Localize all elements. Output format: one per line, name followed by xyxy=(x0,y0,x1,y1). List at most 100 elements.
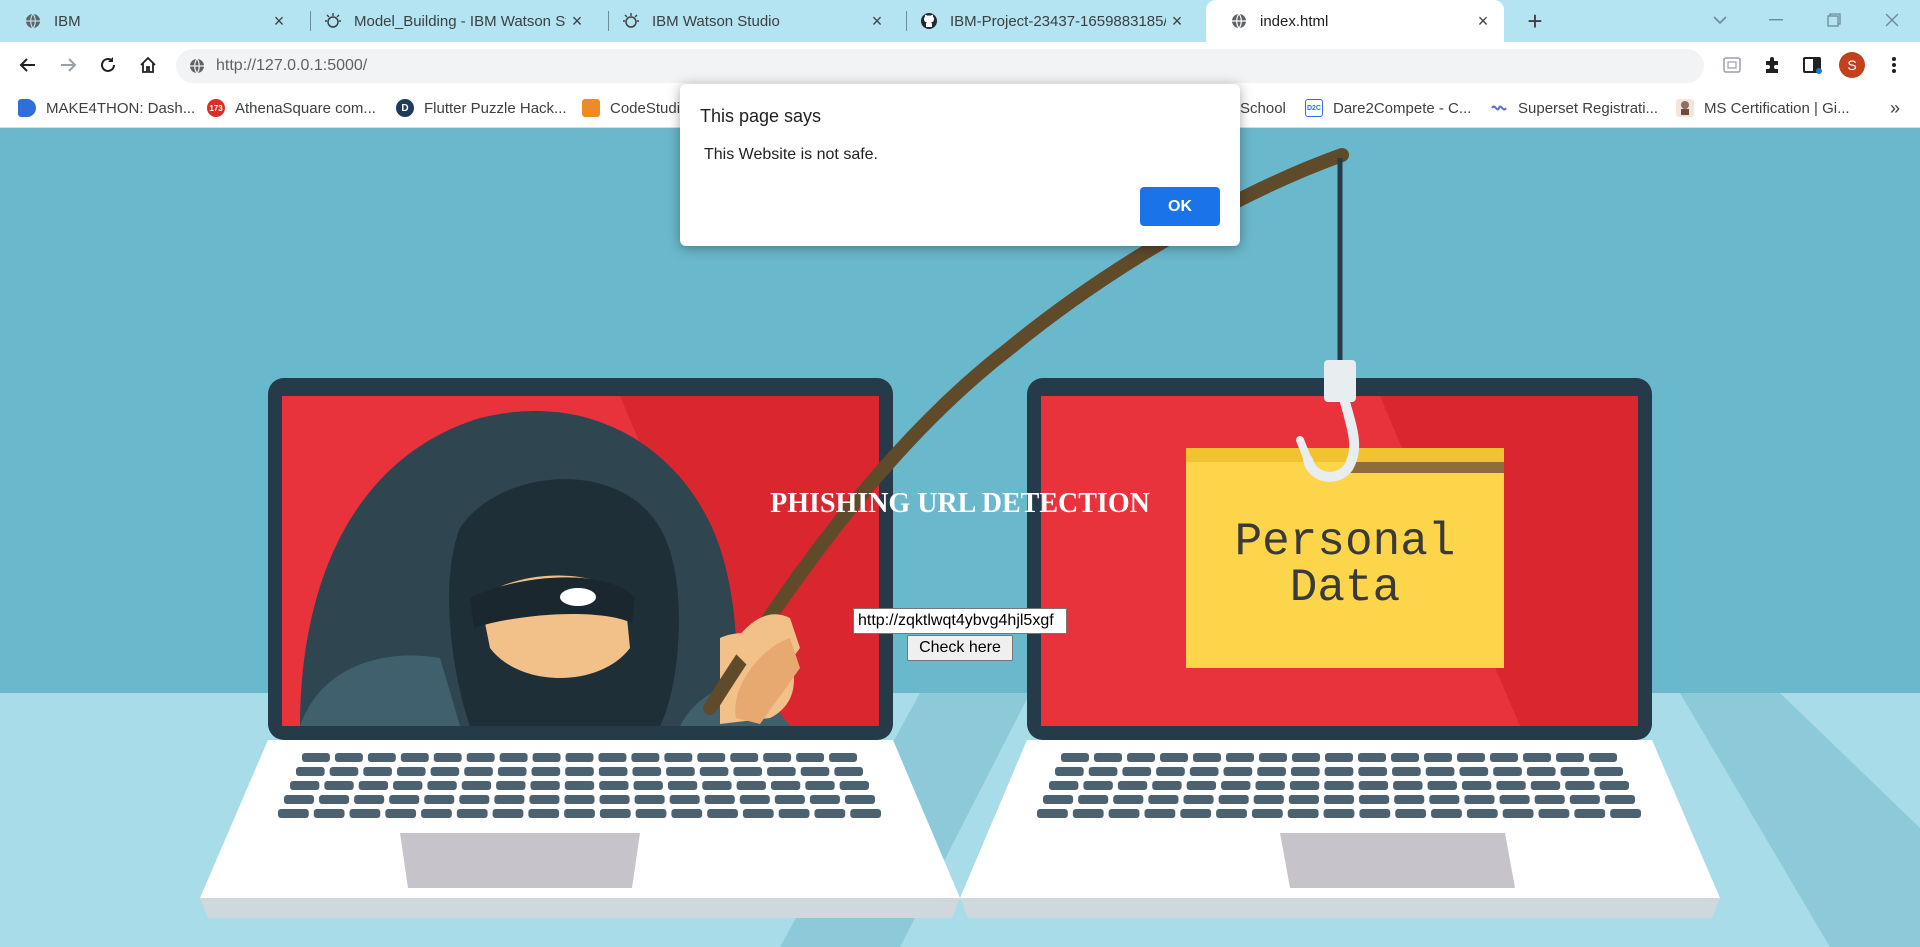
close-tab-icon[interactable]: × xyxy=(268,10,290,32)
keyboard-key xyxy=(1117,781,1148,790)
keyboard-key xyxy=(633,781,663,790)
back-button[interactable] xyxy=(12,49,44,81)
bookmark-school[interactable]: School xyxy=(1240,94,1286,122)
keyboard-key xyxy=(669,795,700,804)
bookmark-flutter-puzzle[interactable]: D Flutter Puzzle Hack... xyxy=(396,94,567,122)
minimize-button[interactable] xyxy=(1748,0,1804,40)
reload-button[interactable] xyxy=(92,49,124,81)
keyboard-key xyxy=(1259,753,1287,762)
keyboard-key xyxy=(1251,809,1283,818)
keyboard-key xyxy=(278,809,309,818)
keyboard-key xyxy=(1152,781,1182,790)
keyboard-key xyxy=(763,753,792,762)
keyboard-key xyxy=(319,795,350,804)
bookmark-ms-certification[interactable]: MS Certification | Gi... xyxy=(1676,94,1850,122)
keyboard-key xyxy=(599,795,630,804)
close-tab-icon[interactable]: × xyxy=(866,10,888,32)
tab-watson-studio[interactable]: IBM Watson Studio × xyxy=(598,0,898,42)
keyboard-key xyxy=(1358,767,1388,776)
keyboard-key xyxy=(778,809,810,818)
keyboard-key xyxy=(704,795,735,804)
tab-search-chevron-icon[interactable] xyxy=(1692,0,1748,40)
keyboard-keys xyxy=(278,753,1641,818)
site-info-icon[interactable] xyxy=(188,57,206,75)
close-tab-icon[interactable]: × xyxy=(1472,10,1494,32)
forward-button[interactable] xyxy=(52,49,84,81)
keyboard-key xyxy=(1358,781,1389,790)
keyboard-key xyxy=(1466,809,1498,818)
keyboard-key xyxy=(599,809,631,818)
home-button[interactable] xyxy=(132,49,164,81)
keyboard-key xyxy=(1156,767,1185,776)
keyboard-key xyxy=(497,767,527,776)
keyboard-key xyxy=(1094,753,1122,762)
keyboard-key xyxy=(796,753,825,762)
bookmark-codestudio[interactable]: CodeStudi xyxy=(582,94,680,122)
keyboard-key xyxy=(1560,767,1590,776)
tab-index-html[interactable]: index.html × xyxy=(1206,0,1504,42)
folder-label-line2: Data xyxy=(1289,562,1401,614)
bookmark-label: Dare2Compete - C... xyxy=(1333,99,1472,117)
keyboard-key xyxy=(1287,809,1319,818)
bookmark-athenasquare[interactable]: 173 AthenaSquare com... xyxy=(207,94,376,122)
keyboard-key xyxy=(427,781,457,790)
keyboard-key xyxy=(1393,781,1423,790)
tab-ibm[interactable]: IBM × xyxy=(0,0,300,42)
close-window-button[interactable] xyxy=(1864,0,1920,40)
keyboard-key xyxy=(430,767,460,776)
tab-title: IBM-Project-23437-1659883185/ xyxy=(950,12,1166,30)
keyboard-key xyxy=(1395,809,1427,818)
new-tab-button[interactable]: + xyxy=(1520,6,1550,36)
keyboard-key xyxy=(1255,781,1285,790)
keyboard-key xyxy=(389,795,420,804)
keyboard-key xyxy=(1221,781,1251,790)
tab-model-building[interactable]: Model_Building - IBM Watson Stu × xyxy=(300,0,598,42)
url-input[interactable] xyxy=(853,608,1067,634)
keyboard-key xyxy=(1424,753,1452,762)
keyboard-key xyxy=(1253,795,1284,804)
check-here-button[interactable]: Check here xyxy=(907,635,1013,661)
ok-button[interactable]: OK xyxy=(1140,187,1220,226)
keyboard-key xyxy=(1530,781,1561,790)
more-bookmarks-chevron-icon[interactable]: » xyxy=(1880,93,1910,123)
profile-avatar[interactable]: S xyxy=(1836,49,1868,81)
bookmark-make4thon[interactable]: MAKE4THON: Dash... xyxy=(18,94,195,122)
keyboard-key xyxy=(1226,753,1254,762)
keyboard-key xyxy=(464,767,493,776)
keyboard-key xyxy=(1323,809,1355,818)
keyboard-key xyxy=(564,781,595,790)
keyboard-key xyxy=(1359,809,1391,818)
keyboard-key xyxy=(1431,809,1462,818)
keyboard-key xyxy=(1108,809,1140,818)
keyboard-key xyxy=(667,781,698,790)
keyboard-key xyxy=(1257,767,1286,776)
side-panel-icon[interactable] xyxy=(1796,49,1828,81)
address-bar[interactable]: http://127.0.0.1:5000/ xyxy=(176,49,1704,83)
keyboard-key xyxy=(421,809,452,818)
menu-kebab-icon[interactable] xyxy=(1878,49,1910,81)
keyboard-key xyxy=(564,809,595,818)
tab-title: IBM Watson Studio xyxy=(652,12,780,30)
keyboard-key xyxy=(1565,781,1595,790)
dare2compete-icon: D2C xyxy=(1305,99,1323,117)
close-tab-icon[interactable]: × xyxy=(1166,10,1188,32)
tab-screenshot-icon[interactable] xyxy=(1716,49,1748,81)
keyboard-key xyxy=(1043,795,1074,804)
keyboard-key xyxy=(635,809,667,818)
bookmark-dare2compete[interactable]: D2C Dare2Compete - C... xyxy=(1305,94,1471,122)
tab-github-project[interactable]: IBM-Project-23437-1659883185/ × xyxy=(896,0,1198,42)
keyboard-key xyxy=(1072,809,1104,818)
keyboard-key xyxy=(1427,781,1457,790)
keyboard-key xyxy=(393,781,423,790)
close-tab-icon[interactable]: × xyxy=(566,10,588,32)
keyboard-key xyxy=(528,809,560,818)
keyboard-key xyxy=(1180,809,1212,818)
extensions-puzzle-icon[interactable] xyxy=(1756,49,1788,81)
bookmark-superset[interactable]: Superset Registrati... xyxy=(1490,94,1658,122)
keyboard-key xyxy=(1493,767,1522,776)
restore-button[interactable] xyxy=(1806,0,1862,40)
keyboard-key xyxy=(805,781,835,790)
bookmark-label: Flutter Puzzle Hack... xyxy=(424,99,567,117)
reload-icon xyxy=(101,57,115,72)
dialog-message: This Website is not safe. xyxy=(704,146,878,163)
